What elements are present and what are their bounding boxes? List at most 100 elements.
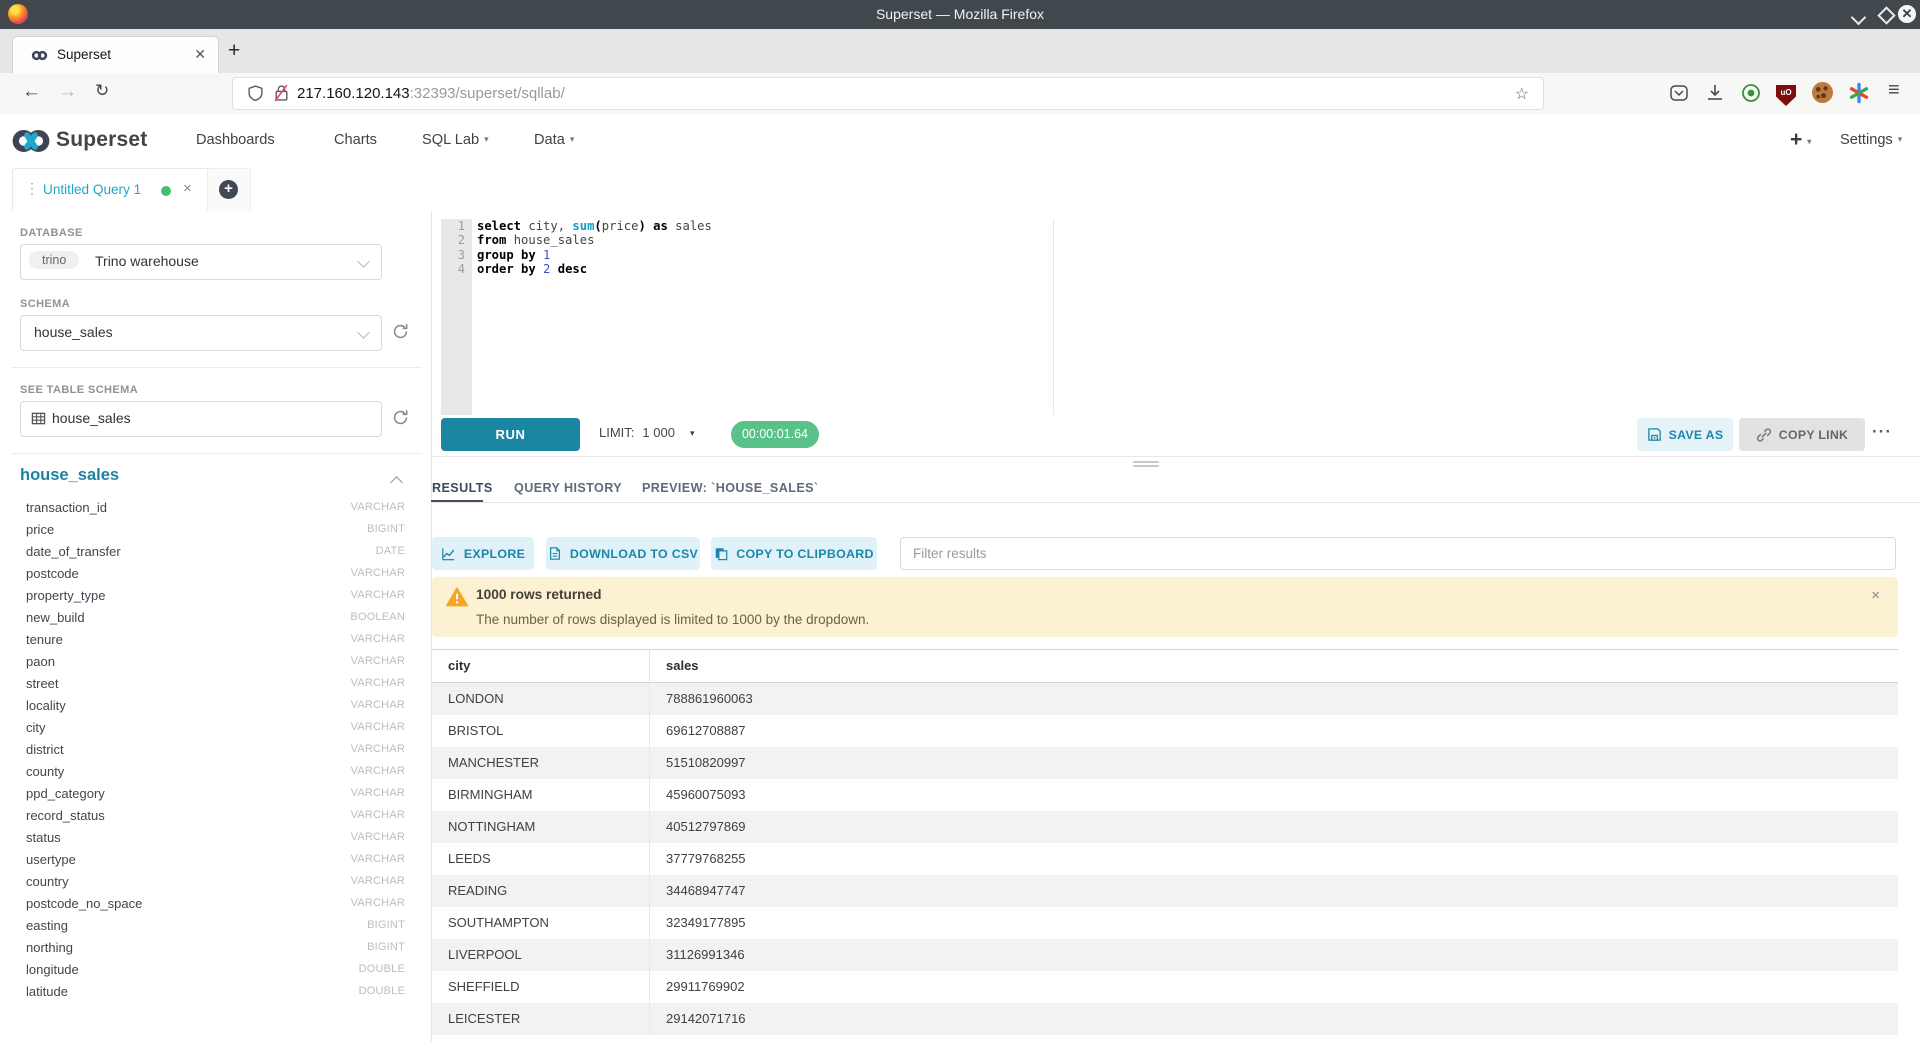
run-toolbar: RUN LIMIT:1 000 ▾ 00:00:01.64 SAVE AS CO… xyxy=(432,415,1920,456)
tab-results[interactable]: RESULTS xyxy=(432,481,493,495)
table-row[interactable]: LIVERPOOL31126991346 xyxy=(432,939,1898,971)
nav-item-data[interactable]: Data▾ xyxy=(534,132,574,148)
drag-grip-icon[interactable]: ⋮ xyxy=(25,180,37,197)
superset-logo-icon[interactable] xyxy=(10,128,52,154)
sql-editor[interactable]: 1234 select city, sum(price) as salesfro… xyxy=(432,211,1920,415)
schema-select[interactable]: house_sales xyxy=(20,315,382,351)
window-close-button[interactable]: ✕ xyxy=(1898,5,1916,23)
copy-link-button[interactable]: COPY LINK xyxy=(1739,418,1865,451)
tab-query-history[interactable]: QUERY HISTORY xyxy=(514,481,622,495)
table-row[interactable]: BRISTOL69612708887 xyxy=(432,715,1898,747)
extension-asterisk-icon[interactable] xyxy=(1848,82,1870,106)
table-row[interactable]: LEEDS37779768255 xyxy=(432,843,1898,875)
database-select-value: Trino warehouse xyxy=(95,253,199,269)
nav-item-dashboards[interactable]: Dashboards xyxy=(196,132,275,148)
table-row[interactable]: LEICESTER29142071716 xyxy=(432,1003,1898,1035)
back-button[interactable]: ← xyxy=(22,81,41,103)
line-number: 4 xyxy=(441,262,472,276)
new-tab-button[interactable]: + xyxy=(228,41,240,61)
cell-city: SOUTHAMPTON xyxy=(432,907,650,939)
query-tab-active[interactable]: ⋮ Untitled Query 1 × xyxy=(12,168,219,212)
superset-brand[interactable]: Superset xyxy=(56,128,147,152)
explore-button[interactable]: EXPLORE xyxy=(432,537,534,570)
table-row[interactable]: LONDON788861960063 xyxy=(432,683,1898,715)
forward-button[interactable]: → xyxy=(58,81,77,103)
filter-results-input[interactable] xyxy=(900,537,1896,570)
lock-insecure-icon[interactable] xyxy=(273,84,290,102)
splitter-grip-icon[interactable] xyxy=(1133,461,1159,469)
column-type: VARCHAR xyxy=(351,633,405,645)
column-name: county xyxy=(20,764,64,779)
column-row: latitudeDOUBLE xyxy=(20,980,405,1002)
run-button[interactable]: RUN xyxy=(441,418,580,451)
url-bar[interactable]: 217.160.120.143:32393/superset/sqllab/ ☆ xyxy=(233,78,1543,109)
query-tab-close-icon[interactable]: × xyxy=(183,180,192,197)
settings-menu[interactable]: Settings▾ xyxy=(1840,132,1902,148)
table-row[interactable]: MANCHESTER51510820997 xyxy=(432,747,1898,779)
window-maximize-button[interactable] xyxy=(1880,9,1893,27)
copy-clipboard-button[interactable]: COPY TO CLIPBOARD xyxy=(711,537,877,570)
column-row: new_buildBOOLEAN xyxy=(20,606,405,628)
header-city[interactable]: city xyxy=(432,650,650,682)
table-row[interactable]: BIRMINGHAM45960075093 xyxy=(432,779,1898,811)
table-name-heading[interactable]: house_sales xyxy=(20,466,119,485)
tab-close-icon[interactable]: ✕ xyxy=(194,46,206,63)
save-as-button[interactable]: SAVE AS xyxy=(1637,418,1733,451)
code-line: select city, sum(price) as sales xyxy=(477,219,712,233)
new-content-button[interactable]: +▾ xyxy=(1790,128,1811,152)
table-schema-label: SEE TABLE SCHEMA xyxy=(20,384,138,396)
table-row[interactable]: NOTTINGHAM40512797869 xyxy=(432,811,1898,843)
privacy-mask-icon[interactable] xyxy=(1740,82,1762,106)
column-name: city xyxy=(20,720,46,735)
table-row[interactable]: SHEFFIELD29911769902 xyxy=(432,971,1898,1003)
column-name: record_status xyxy=(20,808,105,823)
ublock-icon[interactable]: uO xyxy=(1776,82,1796,106)
pocket-icon[interactable] xyxy=(1668,82,1690,106)
query-tab-title[interactable]: Untitled Query 1 xyxy=(43,182,141,197)
download-csv-button[interactable]: DOWNLOAD TO CSV xyxy=(546,537,700,570)
url-text[interactable]: 217.160.120.143:32393/superset/sqllab/ xyxy=(297,85,565,102)
cell-city: MANCHESTER xyxy=(432,747,650,779)
reload-button[interactable]: ↻ xyxy=(95,81,109,101)
nav-item-charts[interactable]: Charts xyxy=(334,132,377,148)
columns-list: transaction_idVARCHARpriceBIGINTdate_of_… xyxy=(20,496,405,1002)
window-minimize-button[interactable] xyxy=(1853,10,1864,28)
code-line: from house_sales xyxy=(477,233,712,247)
collapse-chevron-icon[interactable] xyxy=(390,476,403,489)
save-icon xyxy=(1647,427,1662,442)
column-name: paon xyxy=(20,654,55,669)
cookie-icon[interactable] xyxy=(1812,82,1833,106)
chevron-down-icon xyxy=(357,326,370,339)
results-table-header: city sales xyxy=(432,649,1898,683)
header-sales[interactable]: sales xyxy=(650,650,1898,682)
column-name: transaction_id xyxy=(20,500,107,515)
tab-preview-house-sales[interactable]: PREVIEW: `HOUSE_SALES` xyxy=(642,481,819,495)
limit-dropdown[interactable]: LIMIT:1 000 xyxy=(599,425,675,440)
table-row[interactable]: READING34468947747 xyxy=(432,875,1898,907)
more-options-button[interactable]: ··· xyxy=(1872,422,1892,442)
database-select[interactable]: trino Trino warehouse xyxy=(20,244,382,280)
table-select[interactable]: house_sales xyxy=(20,401,382,437)
shield-icon[interactable] xyxy=(247,85,264,102)
table-refresh-icon[interactable] xyxy=(392,409,409,426)
caret-down-icon[interactable]: ▾ xyxy=(690,428,695,439)
column-type: VARCHAR xyxy=(351,721,405,733)
browser-tab[interactable]: Superset ✕ xyxy=(12,36,219,74)
pane-splitter[interactable] xyxy=(431,456,1920,457)
caret-down-icon: ▾ xyxy=(484,134,489,145)
banner-close-icon[interactable]: × xyxy=(1871,587,1880,604)
add-query-tab-button[interactable]: + xyxy=(207,168,251,212)
cell-sales: 69612708887 xyxy=(650,715,1898,747)
bookmark-star-icon[interactable]: ☆ xyxy=(1515,84,1529,104)
nav-item-sql-lab[interactable]: SQL Lab▾ xyxy=(422,132,489,148)
schema-refresh-icon[interactable] xyxy=(392,323,409,340)
editor-gutter: 1234 xyxy=(441,219,472,415)
downloads-icon[interactable] xyxy=(1704,82,1726,106)
chart-line-icon xyxy=(441,547,456,561)
plus-circle-icon: + xyxy=(219,180,238,199)
cell-city: BRISTOL xyxy=(432,715,650,747)
table-grid-icon xyxy=(31,411,46,426)
menu-hamburger-icon[interactable]: ≡ xyxy=(1888,79,1900,103)
table-row[interactable]: SOUTHAMPTON32349177895 xyxy=(432,907,1898,939)
superset-favicon-icon xyxy=(31,48,48,63)
